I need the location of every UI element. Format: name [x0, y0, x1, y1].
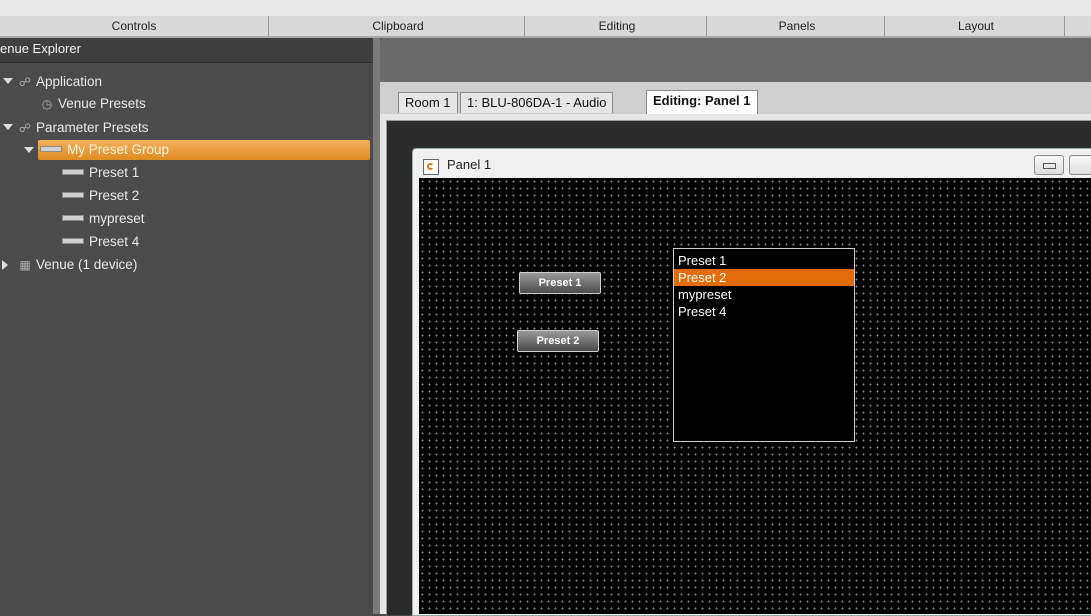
clock-icon: ◷: [41, 97, 53, 111]
list-item[interactable]: mypreset: [674, 286, 854, 303]
toolbar-area: [380, 38, 1091, 82]
tree-node-label: Preset 2: [89, 188, 140, 203]
ribbon-group-labels: Controls Clipboard Editing Panels Layout: [0, 16, 1091, 38]
preset-icon: [40, 146, 62, 153]
tree-node-preset-1[interactable]: Preset 1: [62, 162, 139, 184]
preset-2-button[interactable]: Preset 2: [517, 330, 599, 352]
tree-node-application[interactable]: ☍ Application: [18, 71, 102, 93]
expand-arrow-icon[interactable]: [24, 147, 34, 153]
tree-node-label: Venue (1 device): [36, 257, 138, 272]
panel-app-icon: [423, 159, 439, 175]
preset-1-button[interactable]: Preset 1: [519, 272, 601, 294]
link-icon: ☍: [18, 75, 32, 89]
tree-node-mypreset[interactable]: mypreset: [62, 208, 145, 230]
tree-node-preset-2[interactable]: Preset 2: [62, 185, 139, 207]
preset-icon: [62, 169, 84, 176]
ribbon-top-strip: [0, 0, 1091, 16]
panel-title: Panel 1: [447, 157, 492, 172]
preset-icon: [62, 192, 84, 199]
ribbon-group-panels: Panels: [710, 16, 885, 36]
tree-node-label: Preset 4: [89, 234, 140, 249]
list-item[interactable]: Preset 1: [674, 252, 854, 269]
tree-node-venue-presets[interactable]: ◷ Venue Presets: [40, 93, 146, 115]
device-icon: ▦: [19, 258, 31, 272]
preset-icon: [62, 238, 84, 245]
minimize-button[interactable]: [1034, 155, 1064, 175]
document-tabstrip: Room 1 1: BLU-806DA-1 - Audio Editing: P…: [380, 82, 1091, 114]
expand-arrow-icon[interactable]: [3, 124, 13, 130]
tree-node-label: mypreset: [89, 211, 145, 226]
ribbon-group-editing: Editing: [528, 16, 707, 36]
tab-blu-806da-audio[interactable]: 1: BLU-806DA-1 - Audio: [460, 92, 614, 113]
expand-arrow-icon[interactable]: [3, 78, 13, 84]
tab-room-1[interactable]: Room 1: [398, 92, 458, 113]
venue-explorer-title: enue Explorer: [0, 38, 373, 63]
tree-node-my-preset-group[interactable]: My Preset Group: [40, 139, 169, 161]
tab-editing-panel-1[interactable]: Editing: Panel 1: [646, 90, 758, 114]
preset-icon: [62, 215, 84, 222]
ribbon-group-controls: Controls: [0, 16, 269, 36]
minimize-icon: [1043, 163, 1056, 169]
ribbon-group-layout: Layout: [888, 16, 1065, 36]
ribbon-group-clipboard: Clipboard: [272, 16, 525, 36]
tree-node-label: Preset 1: [89, 165, 140, 180]
tree-node-label: Parameter Presets: [36, 120, 149, 135]
collapse-arrow-icon[interactable]: [2, 260, 8, 270]
list-item[interactable]: Preset 4: [674, 303, 854, 320]
maximize-button[interactable]: [1069, 155, 1091, 175]
tree-node-parameter-presets[interactable]: ☍ Parameter Presets: [18, 117, 149, 139]
link-icon: ☍: [18, 121, 32, 135]
tree-node-venue[interactable]: ▦ Venue (1 device): [18, 254, 137, 276]
tree-node-preset-4[interactable]: Preset 4: [62, 231, 139, 253]
tree-node-label: Application: [36, 74, 103, 89]
preset-listbox[interactable]: Preset 1 Preset 2 mypreset Preset 4: [673, 248, 855, 442]
tree-node-label: My Preset Group: [67, 142, 170, 157]
list-item-selected[interactable]: Preset 2: [674, 269, 854, 286]
tree-node-label: Venue Presets: [58, 96, 146, 111]
panel-splitter[interactable]: [373, 38, 380, 614]
